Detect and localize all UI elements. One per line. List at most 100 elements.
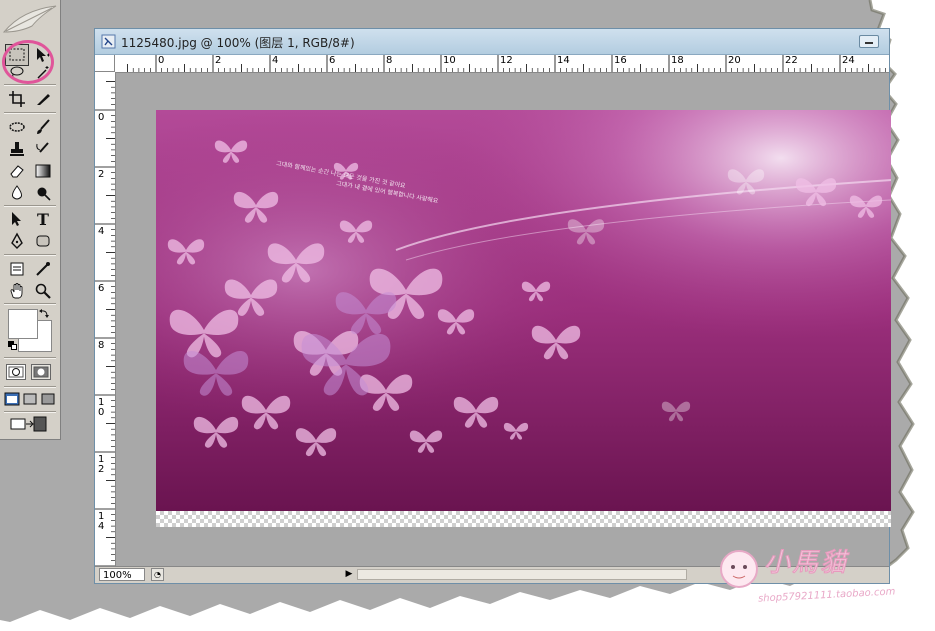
vertical-ruler-label: 12 — [98, 454, 105, 475]
image-canvas[interactable]: 그대와 함께있는 순간 나는 모든 것을 가진 것 같아요 그대가 내 곁에 있… — [156, 110, 891, 527]
marquee-icon — [9, 48, 25, 61]
standard-mode-icon — [8, 366, 24, 378]
gradient-icon — [35, 164, 51, 178]
swap-colors-icon[interactable] — [39, 308, 50, 319]
zoom-tool[interactable] — [31, 280, 55, 302]
magic-wand-icon — [37, 66, 49, 79]
note-icon — [10, 262, 24, 276]
vertical-ruler-label: 8 — [98, 340, 105, 351]
horizontal-ruler-label: 14 — [557, 55, 570, 66]
dodge-icon — [37, 187, 51, 201]
quick-mask-mode-button[interactable] — [31, 364, 51, 380]
status-info-button[interactable]: ◔ — [151, 568, 164, 581]
vertical-ruler-label: 4 — [98, 226, 105, 237]
vertical-ruler-label: 6 — [98, 283, 105, 294]
dodge-tool[interactable] — [31, 182, 55, 204]
water-drop-icon — [12, 185, 22, 200]
pen-tool[interactable] — [5, 230, 29, 252]
horizontal-ruler-label: 22 — [785, 55, 798, 66]
gradient-tool[interactable] — [31, 160, 55, 182]
slice-tool[interactable] — [31, 88, 55, 110]
foreground-color-swatch[interactable] — [8, 309, 38, 339]
full-screen-menu-mode-button[interactable] — [21, 390, 39, 408]
healing-brush-tool[interactable] — [5, 116, 29, 138]
slice-knife-icon — [37, 94, 50, 105]
full-screen-mode-button[interactable] — [39, 390, 57, 408]
eraser-icon — [10, 165, 24, 178]
eyedropper-tool[interactable] — [31, 258, 55, 280]
magic-wand-tool[interactable] — [31, 66, 55, 80]
arrow-pointer-icon — [12, 212, 21, 226]
horizontal-ruler-label: 18 — [671, 55, 684, 66]
clone-stamp-tool[interactable] — [5, 138, 29, 160]
default-colors-icon[interactable] — [8, 341, 17, 350]
standard-mode-button[interactable] — [6, 364, 26, 380]
quick-mask-icon — [33, 366, 49, 378]
horizontal-ruler[interactable]: 0 2 4 6 8 10 12 14 16 18 20 22 24 — [115, 55, 889, 73]
document-title: 1125480.jpg @ 100% (图层 1, RGB/8#) — [121, 36, 355, 50]
vertical-ruler-label: 0 — [98, 112, 105, 123]
blur-tool[interactable] — [5, 182, 29, 204]
type-tool[interactable]: T — [31, 208, 55, 230]
lasso-icon — [10, 66, 24, 80]
vertical-ruler[interactable]: 0 2 4 6 8 10 12 14 — [95, 72, 116, 568]
zoom-level-field[interactable]: 100% — [99, 568, 145, 581]
watermark-title: 小馬貓 — [763, 548, 849, 579]
photoshop-document-icon — [101, 34, 116, 49]
screen-mode-full-icon — [41, 393, 55, 405]
magnifier-icon — [35, 283, 51, 299]
transparent-area — [156, 511, 891, 527]
move-arrow-icon — [37, 48, 50, 62]
horizontal-ruler-label: 6 — [329, 55, 336, 66]
horizontal-ruler-label: 8 — [386, 55, 393, 66]
jump-to-imageready-button[interactable] — [6, 414, 52, 434]
type-icon: T — [37, 209, 49, 229]
brush-icon — [37, 119, 50, 134]
eraser-tool[interactable] — [5, 160, 29, 182]
shape-tool[interactable] — [31, 230, 55, 252]
screen-mode-menu-icon — [23, 393, 37, 405]
brush-tool[interactable] — [31, 116, 55, 138]
lasso-tool[interactable] — [5, 66, 29, 80]
vertical-ruler-ticks — [95, 81, 115, 567]
stamp-icon — [10, 142, 24, 156]
ruler-origin[interactable] — [95, 55, 115, 72]
horizontal-ruler-label: 16 — [614, 55, 627, 66]
crop-tool[interactable] — [5, 88, 29, 110]
vertical-ruler-label: 10 — [98, 397, 105, 418]
horizontal-ruler-label: 12 — [500, 55, 513, 66]
toolbox-panel: T — [0, 0, 61, 440]
rounded-rectangle-icon — [36, 235, 50, 247]
hand-icon — [10, 283, 23, 299]
feather-logo-icon — [2, 5, 57, 33]
standard-screen-mode-button[interactable] — [3, 390, 21, 408]
notes-tool[interactable] — [5, 258, 29, 280]
imageready-icon — [10, 416, 47, 432]
history-brush-icon — [36, 142, 49, 153]
watermark-url: shop57921111.taobao.com — [757, 586, 896, 605]
bandage-icon — [9, 122, 25, 132]
horizontal-ruler-label: 4 — [272, 55, 279, 66]
path-selection-tool[interactable] — [5, 208, 29, 230]
horizontal-ruler-label: 2 — [215, 55, 222, 66]
crop-icon — [9, 91, 25, 107]
pink-butterfly-artwork: 그대와 함께있는 순간 나는 모든 것을 가진 것 같아요 그대가 내 곁에 있… — [156, 110, 891, 511]
cartoon-face-icon — [720, 550, 758, 588]
status-menu-arrow-icon[interactable]: ▶ — [343, 568, 355, 581]
document-titlebar[interactable]: 1125480.jpg @ 100% (图层 1, RGB/8#) — [95, 29, 889, 55]
hand-tool[interactable] — [5, 280, 29, 302]
move-tool[interactable] — [31, 44, 55, 66]
screen-mode-standard-icon — [4, 392, 20, 406]
vertical-ruler-label: 2 — [98, 169, 105, 180]
pen-nib-icon — [11, 232, 23, 249]
horizontal-ruler-label: 20 — [728, 55, 741, 66]
horizontal-ruler-label: 24 — [842, 55, 855, 66]
horizontal-scrollbar[interactable] — [357, 569, 687, 580]
vertical-ruler-label: 14 — [98, 511, 105, 532]
history-brush-tool[interactable] — [31, 138, 55, 160]
document-window: 1125480.jpg @ 100% (图层 1, RGB/8#) 024681… — [94, 28, 891, 584]
minimize-button[interactable] — [859, 35, 879, 48]
eyedropper-icon — [36, 262, 50, 276]
horizontal-ruler-label: 0 — [158, 55, 165, 66]
rectangular-marquee-tool[interactable] — [5, 44, 29, 66]
